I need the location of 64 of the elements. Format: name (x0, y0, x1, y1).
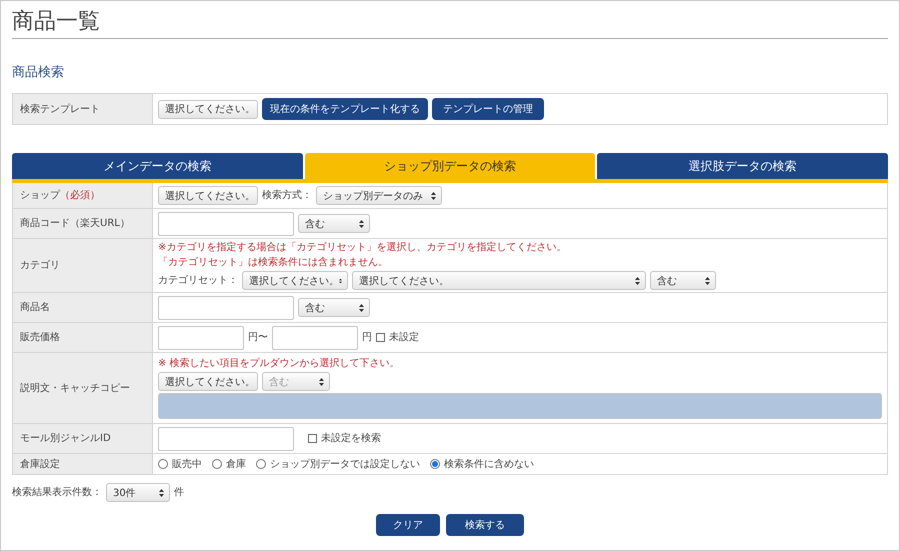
note-text: ※ 検索したい項目をプルダウンから選択して下さい。 (158, 357, 401, 370)
page-title: 商品一覧 (12, 7, 888, 39)
label: ショップ別データでは設定しない (270, 458, 420, 470)
field-label: 販売価格 (20, 331, 60, 344)
label: 未設定を検索 (321, 432, 381, 445)
select-dropdown[interactable]: 30件 (106, 483, 170, 502)
select-dropdown[interactable]: 含む (650, 271, 716, 290)
checkbox[interactable] (308, 434, 317, 443)
label: 検索方式： (262, 189, 312, 202)
field-label: 商品名 (20, 301, 50, 314)
caret-icon (705, 276, 710, 284)
radio-button[interactable] (430, 459, 440, 469)
template-button[interactable]: 現在の条件をテンプレート化する (262, 98, 428, 120)
label: 円 (362, 331, 372, 344)
caret-icon (319, 378, 324, 386)
label: 検索条件に含めない (444, 458, 534, 470)
template-button[interactable]: テンプレートの管理 (432, 98, 544, 120)
radio-button[interactable] (158, 459, 168, 469)
tab[interactable]: メインデータの検索 (12, 153, 303, 179)
input-field[interactable] (158, 426, 294, 450)
label: 件 (174, 486, 184, 499)
section-title: 商品検索 (12, 64, 65, 81)
caret-icon (359, 220, 364, 228)
field-label: 説明文・キャッチコピー (20, 382, 130, 394)
select-dropdown[interactable]: 含む (298, 214, 370, 233)
label: カテゴリセット： (158, 274, 238, 287)
label: 未設定 (389, 331, 419, 344)
caret-icon (431, 192, 436, 200)
label: 販売中 (172, 458, 202, 470)
checkbox[interactable] (376, 333, 385, 342)
input-field[interactable] (158, 326, 244, 350)
input-field[interactable] (158, 212, 294, 236)
label: 検索結果表示件数： (12, 486, 102, 499)
select-dropdown[interactable]: 選択してください。 (158, 100, 258, 118)
select-dropdown[interactable]: 選択してください。 (158, 372, 258, 391)
note-text: ※カテゴリを指定する場合は「カテゴリセット」を選択し、カテゴリを指定してください。 (158, 241, 568, 254)
field-label: 倉庫設定 (20, 458, 60, 470)
caret-icon (159, 488, 164, 496)
select-dropdown[interactable]: 選択してください。 (158, 186, 258, 205)
label: 倉庫 (226, 458, 246, 470)
caret-icon (359, 304, 364, 312)
required-mark: （必須） (60, 189, 100, 202)
select-dropdown[interactable]: 含む (298, 298, 370, 317)
field-label: 検索テンプレート (13, 94, 153, 124)
input-field[interactable] (158, 296, 294, 320)
field-label: 商品コード（楽天URL） (20, 217, 130, 230)
field-label: モール別ジャンルID (20, 432, 111, 445)
text-area-field[interactable] (158, 393, 882, 419)
field-label: ショップ (20, 189, 60, 202)
radio-button[interactable] (256, 459, 266, 469)
caret-icon (339, 276, 342, 284)
select-dropdown[interactable]: 選択してください。 (352, 271, 646, 290)
input-field[interactable] (272, 326, 358, 350)
tab[interactable]: ショップ別データの検索 (304, 153, 596, 179)
caret-icon (635, 276, 640, 284)
select-dropdown[interactable]: 選択してください。 (242, 271, 348, 290)
select-dropdown[interactable]: ショップ別データのみ (316, 186, 442, 205)
search-button[interactable]: 検索する (446, 514, 524, 536)
note-text: 「カテゴリセット」は検索条件には含まれません。 (158, 256, 389, 269)
clear-button[interactable]: クリア (376, 514, 440, 536)
radio-button[interactable] (212, 459, 222, 469)
field-label: カテゴリ (20, 259, 60, 272)
tab[interactable]: 選択肢データの検索 (597, 153, 888, 179)
label: 円〜 (248, 331, 268, 344)
